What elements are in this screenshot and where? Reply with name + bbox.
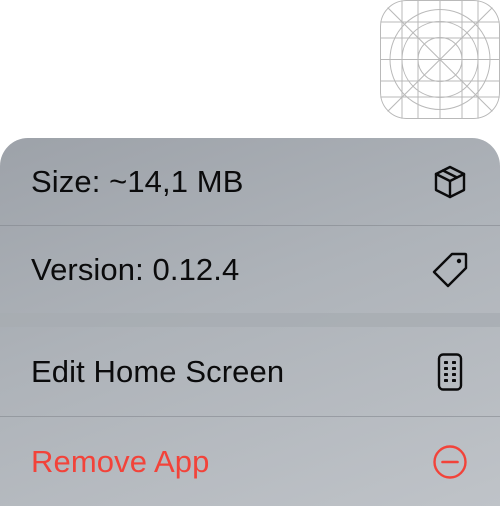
home-screen: Size: ~14,1 MB Version: 0.12.4 Edit Home…	[0, 0, 500, 506]
menu-item-edit-home-screen[interactable]: Edit Home Screen	[0, 327, 500, 416]
phone-apps-icon	[430, 352, 470, 392]
context-menu: Size: ~14,1 MB Version: 0.12.4 Edit Home…	[0, 138, 500, 506]
cube-icon	[430, 162, 470, 202]
menu-item-size-label: Size: ~14,1 MB	[31, 163, 244, 199]
menu-item-edit-home-screen-label: Edit Home Screen	[31, 353, 285, 389]
menu-group-separator	[0, 313, 500, 327]
tag-icon	[430, 250, 470, 290]
menu-item-remove-app[interactable]: Remove App	[0, 417, 500, 506]
menu-item-size[interactable]: Size: ~14,1 MB	[0, 138, 500, 225]
app-icon[interactable]	[380, 0, 500, 119]
minus-circle-icon	[430, 442, 470, 482]
menu-item-remove-app-label: Remove App	[31, 443, 210, 479]
menu-item-version[interactable]: Version: 0.12.4	[0, 226, 500, 313]
app-icon-grid-template-icon	[380, 0, 500, 119]
menu-item-version-label: Version: 0.12.4	[31, 251, 240, 287]
